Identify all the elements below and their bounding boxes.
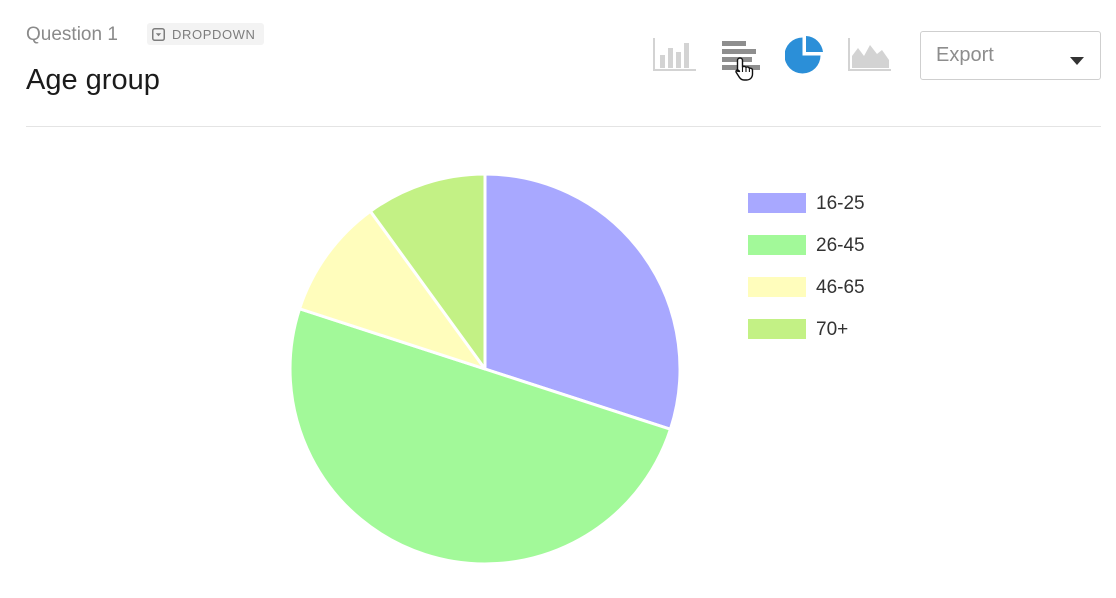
pie-chart-button[interactable]: [782, 34, 828, 78]
legend-swatch: [748, 193, 806, 213]
bar-chart-button[interactable]: [652, 34, 698, 78]
area-chart-icon: [847, 36, 893, 77]
hand-pointer-cursor-icon: [734, 56, 756, 87]
area-chart-button[interactable]: [846, 34, 894, 78]
bar-chart-icon: [652, 36, 698, 77]
legend-label: 70+: [816, 319, 848, 340]
horizontal-bar-chart-icon: [718, 34, 764, 84]
question-number: Question 1: [26, 24, 118, 45]
header-divider: [26, 126, 1101, 127]
question-type-badge: DROPDOWN: [147, 23, 264, 45]
legend-item-26-45[interactable]: 26-45: [748, 235, 865, 256]
export-dropdown[interactable]: Export: [920, 31, 1101, 80]
question-header: Question 1 DROPDOWN Age group Export: [26, 0, 1101, 126]
dropdown-type-icon: [152, 27, 165, 41]
caret-down-icon: [1070, 52, 1084, 70]
legend-item-46-65[interactable]: 46-65: [748, 277, 865, 298]
pie-chart: 16-25 26-45 46-65 70+: [288, 172, 865, 566]
page-title: Age group: [26, 64, 160, 96]
legend-label: 26-45: [816, 235, 865, 256]
horizontal-bar-chart-button[interactable]: [718, 34, 764, 84]
legend-swatch: [748, 319, 806, 339]
export-label: Export: [936, 44, 994, 66]
pie-chart-icon: [784, 34, 825, 79]
question-type-label: DROPDOWN: [172, 26, 256, 42]
legend-item-16-25[interactable]: 16-25: [748, 193, 865, 214]
legend-swatch: [748, 277, 806, 297]
legend-swatch: [748, 235, 806, 255]
legend-item-70+[interactable]: 70+: [748, 319, 848, 340]
legend-label: 16-25: [816, 193, 865, 214]
legend-label: 46-65: [816, 277, 865, 298]
